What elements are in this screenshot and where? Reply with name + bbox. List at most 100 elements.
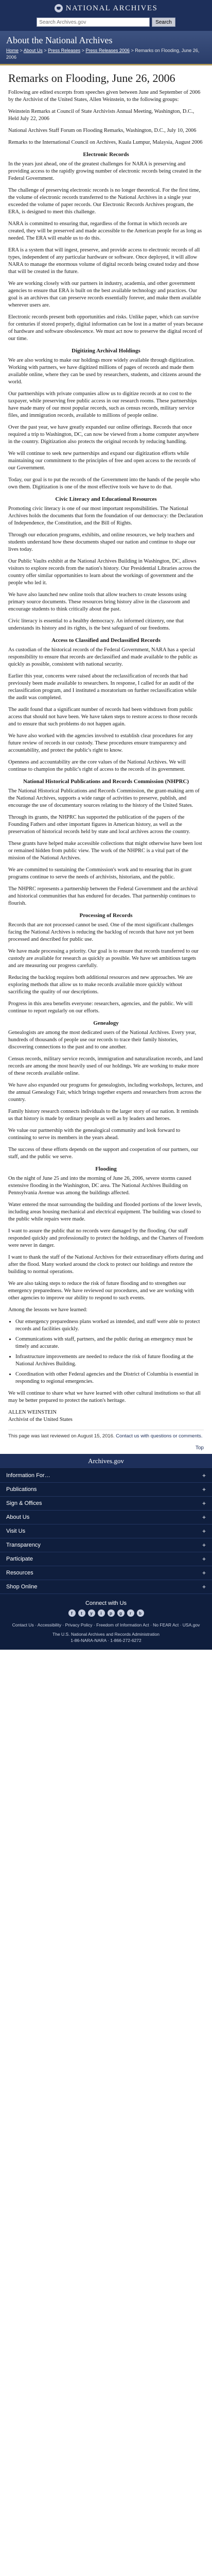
social-icon[interactable]: p — [107, 1609, 115, 1617]
section-paragraph: The National Historical Publications and… — [8, 788, 200, 808]
page-title: Remarks on Flooding, June 26, 2006 — [8, 72, 175, 84]
section-paragraph: We have also launched new online tools t… — [8, 592, 190, 612]
breadcrumb-about[interactable]: About Us — [24, 48, 43, 53]
social-icon[interactable]: i — [97, 1609, 105, 1617]
signature: ALLEN WEINSTEIN Archivist of the United … — [8, 1410, 73, 1422]
footer-nav-item[interactable]: Shop Online + — [0, 1580, 212, 1594]
section-paragraph: In the years just ahead, one of the grea… — [8, 161, 202, 181]
section-paragraph: Electronic records present both opportun… — [8, 314, 203, 342]
article: Remarks on Flooding, June 26, 2006 Follo… — [0, 65, 212, 1443]
search-button[interactable]: Search — [152, 18, 175, 27]
article-sections: Electronic Records In the years just ahea… — [8, 151, 204, 1404]
section-paragraph: We are committed to sustaining the Commi… — [8, 867, 192, 880]
intro-paragraph: Remarks to the International Council on … — [8, 140, 203, 145]
footer-nav-item[interactable]: Sign & Offices + — [0, 1497, 212, 1511]
eagle-seal-icon — [54, 4, 63, 12]
section-paragraph: We are also working to make our holdings… — [8, 358, 201, 385]
section-paragraph: These grants have helped make accessible… — [8, 841, 202, 861]
section-paragraph: Reducing the backlog requires both addit… — [8, 975, 193, 995]
section-paragraph: Water entered the moat surrounding the b… — [8, 1202, 202, 1222]
expand-icon: + — [202, 1528, 206, 1535]
section-paragraph: Through our education programs, exhibits… — [8, 532, 196, 552]
footer-nav-label: Shop Online — [6, 1584, 38, 1590]
footer-nav-label: Resources — [6, 1570, 33, 1576]
social-icon[interactable]: b — [136, 1609, 144, 1617]
top-link[interactable]: Top — [196, 1445, 204, 1451]
intro-paragraph: Following are edited excerpts from speec… — [8, 90, 201, 103]
section-paragraph: Earlier this year, concerns were raised … — [8, 673, 197, 701]
contact-link[interactable]: Contact us with questions or comments. — [116, 1433, 202, 1439]
section-paragraph: We value our partnership with the geneal… — [8, 1128, 181, 1141]
footer-nav-label: About Us — [6, 1514, 30, 1520]
footer-nav-item[interactable]: Participate + — [0, 1552, 212, 1566]
section-paragraph: We have also expanded our programs for g… — [8, 1082, 203, 1103]
intro-paragraph: Weinstein Remarks at Council of State Ar… — [8, 109, 195, 122]
section-paragraph: We are also taking steps to reduce the r… — [8, 1281, 194, 1301]
footer-nav-item[interactable]: Visit Us + — [0, 1524, 212, 1538]
section-heading: Genealogy — [93, 1020, 119, 1026]
logo-text: NATIONAL ARCHIVES — [65, 4, 158, 12]
section-paragraph: The NHPRC represents a partnership betwe… — [8, 886, 198, 906]
expand-icon: + — [202, 1569, 206, 1577]
expand-icon: + — [202, 1555, 206, 1563]
footer-nav: Information For… + Publications + Sign & Off… — [0, 1469, 212, 1594]
top-header: NATIONAL ARCHIVES — [0, 0, 212, 16]
intro-paragraph: National Archives Staff Forum on Floodin… — [8, 128, 197, 133]
lessons-list: Our emergency preparedness plans worked … — [15, 1318, 204, 1385]
social-icon[interactable]: g — [117, 1609, 125, 1617]
section-paragraph: The success of these efforts depends on … — [8, 1147, 199, 1160]
back-to-top: Top — [0, 1443, 212, 1454]
breadcrumb-press[interactable]: Press Releases — [48, 48, 80, 53]
search-bar: Search — [0, 16, 212, 31]
search-input[interactable] — [37, 18, 150, 27]
footer-nav-label: Information For… — [6, 1472, 50, 1479]
expand-icon: + — [202, 1486, 206, 1493]
section-heading: Flooding — [95, 1166, 117, 1172]
site-logo[interactable]: NATIONAL ARCHIVES — [54, 4, 158, 13]
expand-icon: + — [202, 1514, 206, 1521]
last-reviewed: This page was last reviewed on August 15… — [8, 1430, 204, 1439]
list-item: Coordination with other Federal agencies… — [15, 1371, 204, 1385]
section-paragraph: I want to thank the staff of the Nationa… — [8, 1255, 203, 1275]
breadcrumb-home[interactable]: Home — [6, 48, 19, 53]
section-paragraph: Our Public Vaults exhibit at the Nationa… — [8, 558, 200, 586]
section-heading: Access to Classified and Declassified Re… — [51, 637, 161, 643]
section-paragraph: Progress in this area benefits everyone:… — [8, 1001, 193, 1014]
section-paragraph: Through its grants, the NHPRC has suppor… — [8, 815, 190, 835]
section-heading: Electronic Records — [83, 151, 129, 158]
social-icon[interactable]: r — [127, 1609, 134, 1617]
section-paragraph: Civic literacy is essential to a healthy… — [8, 618, 184, 631]
section-paragraph: The challenge of preserving electronic r… — [8, 188, 200, 215]
footer-nav-item[interactable]: Resources + — [0, 1566, 212, 1580]
section-paragraph: We have made processing a priority. Our … — [8, 948, 199, 969]
breadcrumb: Home > About Us > Press Releases > Press… — [6, 48, 200, 60]
section-paragraph: Over the past year, we have greatly expa… — [8, 425, 199, 445]
breadcrumb-press-2006[interactable]: Press Releases 2006 — [85, 48, 130, 53]
footer-nav-label: Sign & Offices — [6, 1500, 42, 1506]
section-paragraph: I want to assure the public that no reco… — [8, 1228, 204, 1248]
last-reviewed-text: This page was last reviewed on August 15… — [8, 1433, 115, 1439]
footer-nav-item[interactable]: About Us + — [0, 1511, 212, 1524]
section-paragraph: Today, our goal is to put the records of… — [8, 477, 200, 490]
section-closing: We will continue to share what we have l… — [8, 1391, 201, 1403]
footer-nav-item[interactable]: Publications + — [0, 1483, 212, 1497]
connect-heading: Connect with Us — [85, 1600, 127, 1606]
section-title: About the National Archives — [6, 35, 113, 45]
section-paragraph: Records that are not processed cannot be… — [8, 922, 194, 942]
footer-nav-item[interactable]: Information For… + — [0, 1469, 212, 1483]
section-banner: About the National Archives Home > About… — [0, 31, 212, 65]
article-intro: Following are edited excerpts from speec… — [8, 89, 204, 146]
social-icon[interactable]: y — [87, 1609, 95, 1617]
social-icon[interactable]: t — [78, 1609, 85, 1617]
social-links: ftyipgrb — [0, 1609, 212, 1617]
section-paragraph: We have also worked with the agencies in… — [8, 733, 193, 753]
footer-heading: Archives.gov — [0, 1454, 212, 1469]
section-paragraph: ERA is a system that will ingest, preser… — [8, 247, 200, 275]
footer-nav-item[interactable]: Transparency + — [0, 1538, 212, 1552]
social-icon[interactable]: f — [68, 1609, 76, 1617]
section-paragraph: NARA is committed to ensuring that, rega… — [8, 221, 202, 241]
section-heading: Civic Literacy and Educational Resources — [55, 496, 157, 502]
footer-address: The U.S. National Archives and Records A… — [52, 1632, 160, 1643]
section-paragraph: Genealogists are among the most dedicate… — [8, 1030, 197, 1050]
section-paragraph: We will continue to seek new partnership… — [8, 451, 196, 471]
